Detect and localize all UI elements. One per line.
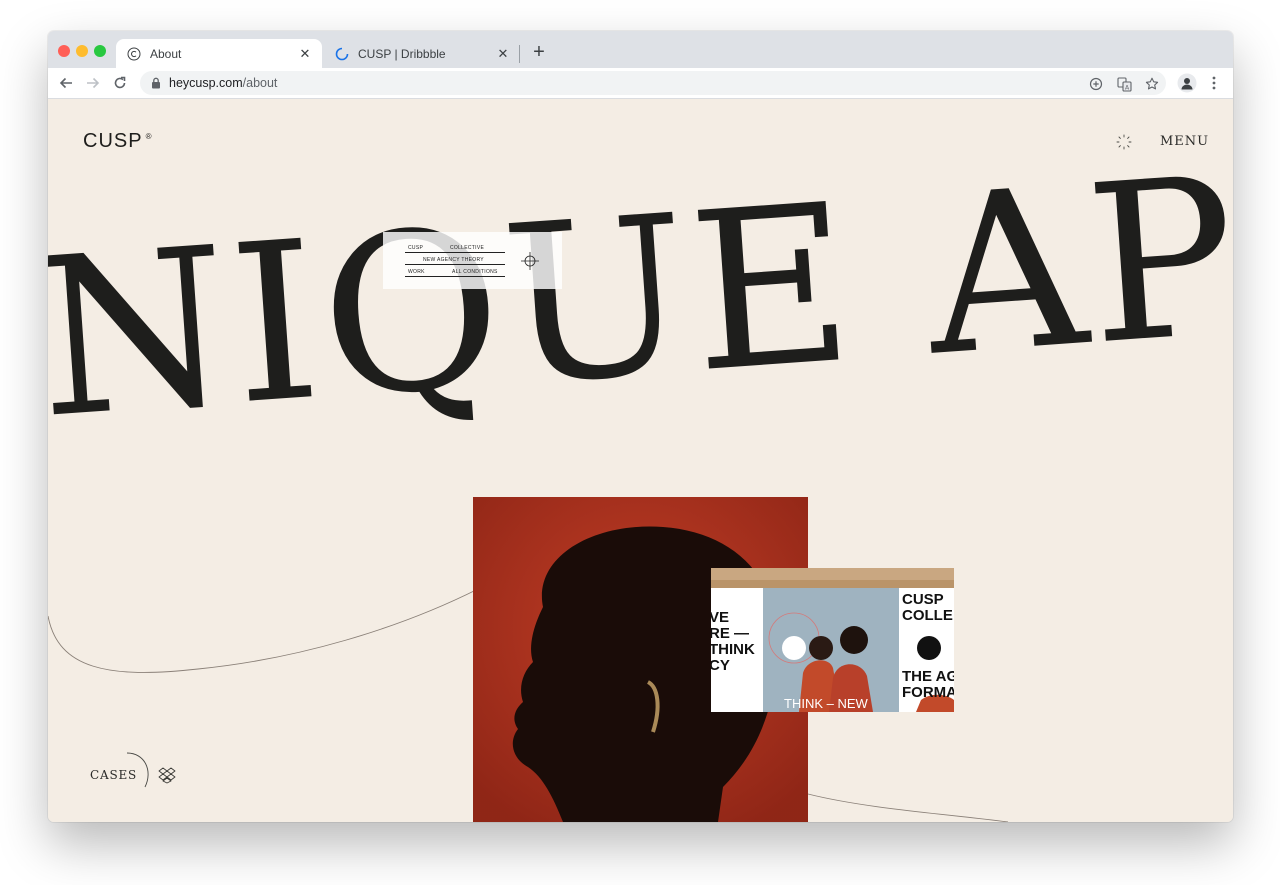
tab-strip: About ✕ CUSP | Dribbble ✕ + xyxy=(48,31,1233,68)
bookmark-star-icon[interactable] xyxy=(1144,76,1160,92)
info-right: COLLECTIVE xyxy=(450,245,485,251)
tab-separator xyxy=(519,45,520,63)
browser-window: About ✕ CUSP | Dribbble ✕ + heycusp.com/… xyxy=(48,31,1233,822)
kebab-menu-icon xyxy=(1212,76,1216,90)
info-left: WORK xyxy=(408,269,425,275)
url-path: /about xyxy=(242,76,278,90)
close-tab-icon[interactable]: ✕ xyxy=(494,45,512,63)
more-menu-button[interactable] xyxy=(1202,71,1226,95)
lock-icon xyxy=(151,77,161,89)
url-text: heycusp.com/about xyxy=(169,76,277,90)
back-button[interactable] xyxy=(55,72,77,94)
loading-spinner-icon xyxy=(334,46,350,62)
tab-dribbble[interactable]: CUSP | Dribbble ✕ xyxy=(324,39,520,68)
close-tab-icon[interactable]: ✕ xyxy=(296,45,314,63)
page-content: CUSP ® MENU NIQUE APP CUSP COLLECTIVE NE… xyxy=(48,99,1233,822)
website-preview-image: VE RE — THINK CY CUSP COLLE THE AG FORMA… xyxy=(711,568,954,712)
info-left: CUSP xyxy=(408,245,424,251)
address-bar[interactable]: heycusp.com/about A xyxy=(140,71,1166,95)
url-domain: heycusp.com xyxy=(169,76,243,90)
reload-icon xyxy=(114,76,126,89)
tab-title: About xyxy=(150,46,182,61)
arrow-right-icon xyxy=(87,77,100,89)
profile-avatar[interactable] xyxy=(1175,71,1199,95)
dropbox-icon[interactable] xyxy=(158,766,176,784)
minimize-window-button[interactable] xyxy=(76,45,88,57)
forward-button[interactable] xyxy=(82,72,104,94)
copyright-icon xyxy=(126,46,142,62)
info-row: WORK ALL CONDITIONS xyxy=(405,264,505,277)
preview-caption: THINK – NEW xyxy=(784,696,868,711)
translate-icon[interactable]: A xyxy=(1116,76,1132,92)
info-card: CUSP COLLECTIVE NEW AGENCY THEORY WORK A… xyxy=(383,232,562,289)
preview-right-bottom-text: THE AG FORMA xyxy=(902,668,954,701)
avatar-icon xyxy=(1177,73,1197,93)
info-right: ALL CONDITIONS xyxy=(452,269,498,275)
zoom-window-button[interactable] xyxy=(94,45,106,57)
reload-button[interactable] xyxy=(109,72,131,94)
preview-left-text: VE RE — THINK CY xyxy=(711,609,755,674)
new-tab-button[interactable]: + xyxy=(528,41,550,63)
close-window-button[interactable] xyxy=(58,45,70,57)
arrow-left-icon xyxy=(59,77,72,89)
preview-right-top-text: CUSP COLLE xyxy=(902,591,953,624)
browser-toolbar: heycusp.com/about A xyxy=(48,68,1233,99)
add-bookmark-circle-icon[interactable] xyxy=(1088,76,1104,92)
cases-arc-decoration xyxy=(126,752,149,788)
tab-title: CUSP | Dribbble xyxy=(358,46,446,61)
tab-about[interactable]: About ✕ xyxy=(116,39,322,68)
info-center: NEW AGENCY THEORY xyxy=(423,257,484,263)
crosshair-icon xyxy=(521,252,539,270)
